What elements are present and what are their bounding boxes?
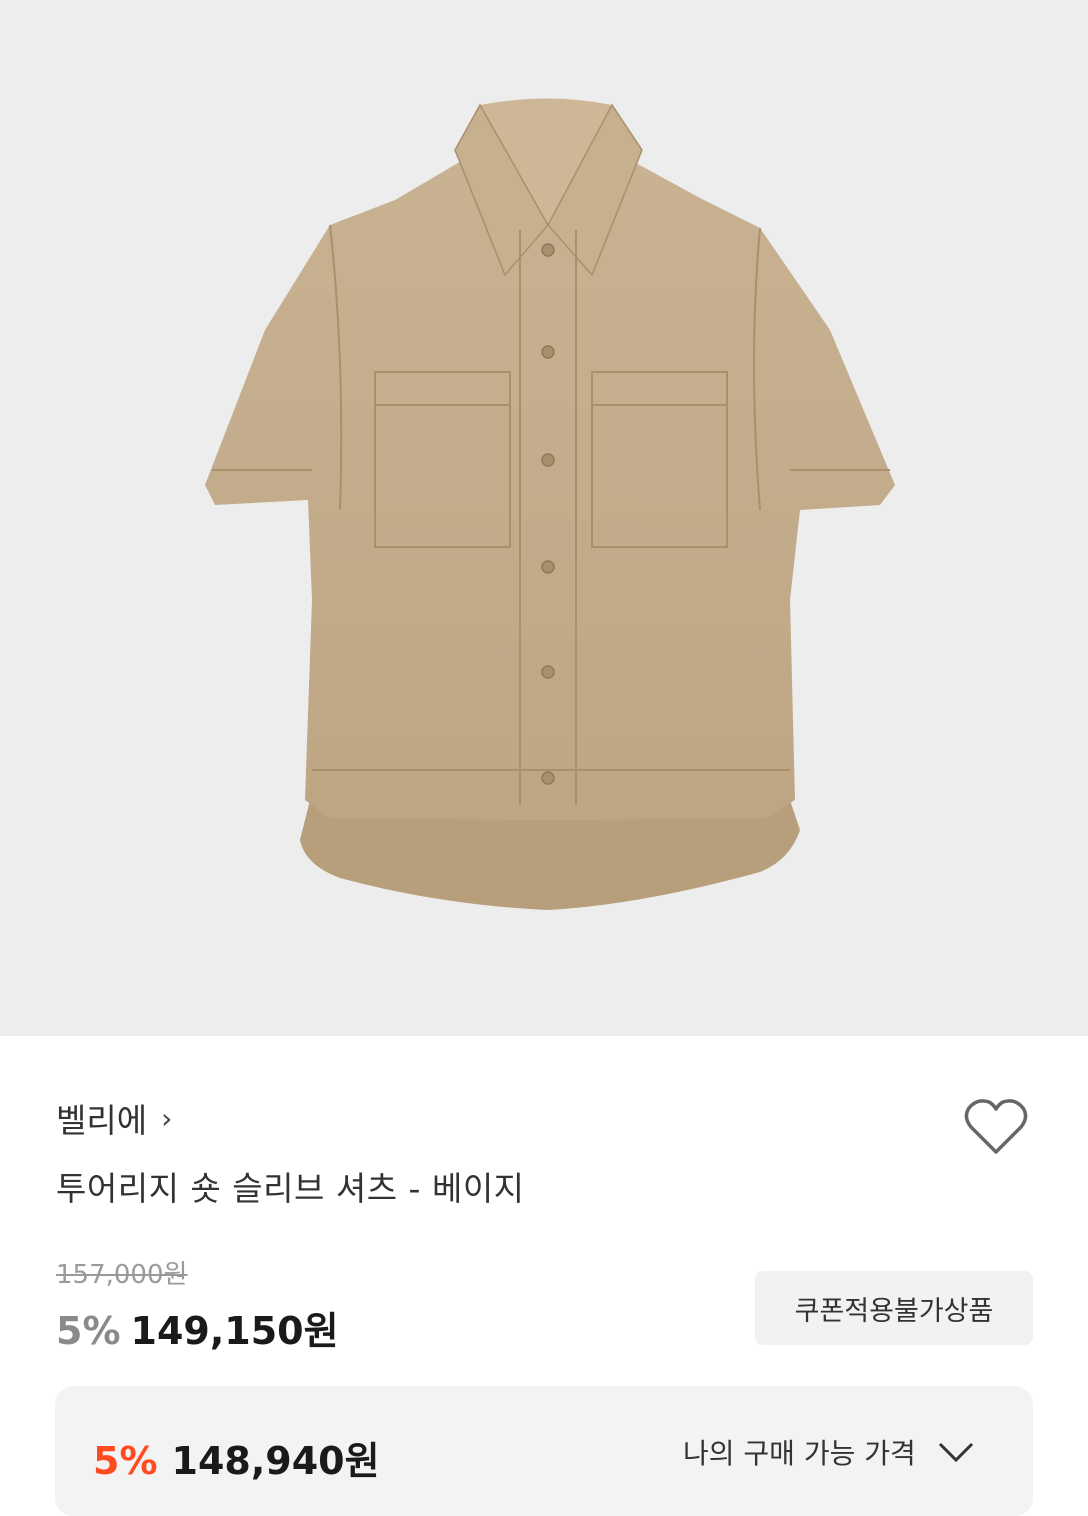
my-discount-percent: 5% (93, 1439, 158, 1483)
product-title: 투어리지 숏 슬리브 셔츠 - 베이지 (56, 1169, 525, 1208)
product-info: 벨리에 › 투어리지 숏 슬리브 셔츠 - 베이지 157,000원 5% 14… (0, 1036, 1088, 1516)
brand-link[interactable]: 벨리에 › (56, 1094, 172, 1142)
coupon-unavailable-badge: 쿠폰적용불가상품 (755, 1271, 1033, 1345)
original-price: 157,000원 (56, 1260, 188, 1290)
shirt-image (205, 98, 895, 910)
my-price-values: 5% 148,940원 (93, 1430, 380, 1485)
my-price-toggle[interactable]: 나의 구매 가능 가격 (683, 1432, 976, 1472)
sale-price: 149,150원 (130, 1309, 339, 1353)
my-price: 148,940원 (171, 1439, 380, 1483)
wishlist-button[interactable] (960, 1094, 1032, 1160)
my-price-panel[interactable]: 5% 148,940원 나의 구매 가능 가격 (55, 1386, 1033, 1516)
chevron-right-icon: › (161, 1101, 173, 1135)
discount-percent: 5% (56, 1309, 121, 1353)
heart-outline-icon (964, 1099, 1028, 1154)
brand-name: 벨리에 (56, 1101, 148, 1140)
sale-price-row: 5% 149,150원 (56, 1300, 339, 1355)
my-price-label: 나의 구매 가능 가격 (683, 1437, 916, 1470)
chevron-down-icon (938, 1442, 973, 1463)
product-image[interactable] (0, 0, 1088, 1036)
